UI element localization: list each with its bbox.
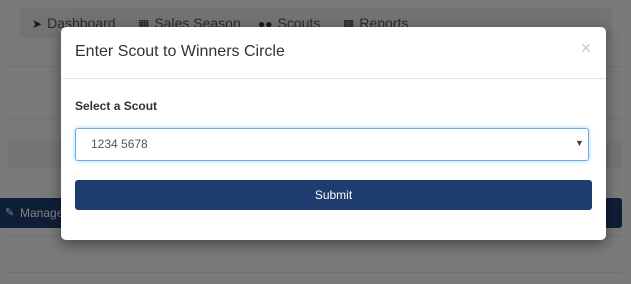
close-icon[interactable]: × — [577, 39, 595, 57]
winners-circle-modal: Enter Scout to Winners Circle × Select a… — [61, 27, 606, 240]
modal-title: Enter Scout to Winners Circle — [75, 43, 285, 60]
submit-button[interactable]: Submit — [75, 180, 592, 210]
modal-header: Enter Scout to Winners Circle × — [61, 27, 606, 79]
scout-select[interactable]: 1234 5678 ▼ — [75, 128, 589, 161]
scout-select-label: Select a Scout — [75, 99, 158, 113]
caret-down-icon: ▼ — [575, 138, 584, 148]
scout-select-value: 1234 5678 — [91, 137, 148, 151]
